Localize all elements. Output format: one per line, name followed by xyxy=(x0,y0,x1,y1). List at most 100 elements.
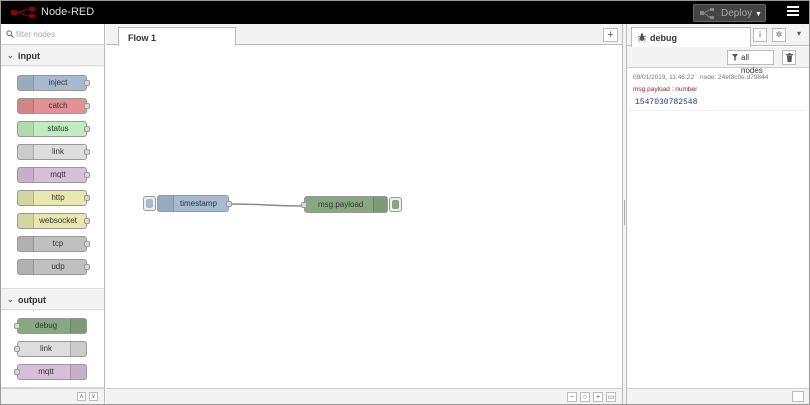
link-icon xyxy=(70,342,86,356)
message-value[interactable]: 1547030782548 xyxy=(635,98,697,107)
palette-category-input-body: inject catch status link mqtt http webso… xyxy=(1,67,104,289)
chevron-down-icon[interactable]: ▾ xyxy=(792,28,806,42)
palette-node-link-out[interactable]: link xyxy=(14,341,87,357)
output-port xyxy=(84,149,90,155)
header-bar: Node-RED Deploy ▼ xyxy=(1,1,809,24)
palette-node-mqtt-in[interactable]: mqtt xyxy=(17,167,90,183)
flow-node-msg-payload[interactable]: msg.payload xyxy=(301,196,388,213)
inject-trigger-button[interactable] xyxy=(143,196,156,211)
output-port xyxy=(84,241,90,247)
trash-icon xyxy=(786,53,793,62)
output-port xyxy=(84,126,90,132)
expand-all-icon[interactable]: ∨ xyxy=(89,392,98,401)
main-menu-button[interactable] xyxy=(787,6,799,18)
sidebar-tabs: debug i ✲ ▾ xyxy=(627,24,809,47)
output-port xyxy=(84,80,90,86)
bridge-icon xyxy=(18,237,34,251)
white-globe-icon xyxy=(18,214,34,228)
info-icon[interactable]: i xyxy=(753,28,767,42)
collapse-all-icon[interactable]: ∧ xyxy=(77,392,86,401)
open-debug-window-icon[interactable] xyxy=(792,391,804,402)
wire[interactable] xyxy=(106,46,622,388)
link-icon xyxy=(18,145,34,159)
debug-message[interactable]: 09/01/2019, 11:46:22 node: 24ef8c0e.d7984… xyxy=(627,69,804,111)
palette-node-inject[interactable]: inject xyxy=(17,75,90,91)
deploy-icon xyxy=(700,8,714,19)
category-label: input xyxy=(18,51,40,61)
palette-node-mqtt-out[interactable]: mqtt xyxy=(14,364,87,380)
white-globe-icon xyxy=(18,191,34,205)
debug-toggle-icon xyxy=(392,200,399,209)
hamburger-icon xyxy=(787,6,799,8)
debug-toggle-button[interactable] xyxy=(389,197,402,212)
caret-down-icon[interactable]: ▼ xyxy=(755,11,762,18)
arrow-in-icon xyxy=(18,76,34,90)
output-port xyxy=(84,195,90,201)
node-red-logo-icon xyxy=(11,7,35,18)
sidebar: debug i ✲ ▾ all nodes 09/01/2019, 11:46:… xyxy=(627,24,809,404)
input-port xyxy=(14,346,20,352)
palette-node-debug[interactable]: debug xyxy=(14,318,87,334)
category-label: output xyxy=(18,295,46,305)
sidebar-footer xyxy=(627,388,809,404)
zoom-reset-icon[interactable]: ○ xyxy=(580,392,590,402)
output-port xyxy=(84,103,90,109)
search-icon xyxy=(6,30,14,38)
input-port xyxy=(14,369,20,375)
message-timestamp: 09/01/2019, 11:46:22 xyxy=(633,74,694,81)
workspace: Flow 1 + timestamp msg.payload − ○ + ▭ xyxy=(106,24,622,404)
app-title: Node-RED xyxy=(41,6,95,18)
deploy-button[interactable]: Deploy ▼ xyxy=(693,4,766,22)
palette-category-output[interactable]: ⌄ output xyxy=(1,290,104,310)
app-window: Node-RED Deploy ▼ filter nodes ⌄ input i… xyxy=(0,0,810,405)
palette-node-udp-in[interactable]: udp xyxy=(17,259,90,275)
debug-toolbar: all nodes xyxy=(627,47,809,75)
arrow-in-icon xyxy=(158,196,174,211)
inject-trigger-icon xyxy=(146,199,153,208)
workspace-footer: − ○ + ▭ xyxy=(106,388,622,404)
input-port xyxy=(301,202,307,208)
add-flow-button[interactable]: + xyxy=(603,28,618,42)
palette-category-output-body: debug link mqtt xyxy=(1,311,104,388)
palette-node-catch[interactable]: catch xyxy=(17,98,90,114)
output-port xyxy=(84,218,90,224)
palette-category-input[interactable]: ⌄ input xyxy=(1,46,104,66)
filter-icon xyxy=(732,54,738,61)
debug-list-icon xyxy=(373,197,387,212)
deploy-label: Deploy xyxy=(721,8,753,19)
message-node-id[interactable]: node: 24ef8c0e.d79844 xyxy=(700,74,768,81)
output-port xyxy=(84,264,90,270)
bug-icon xyxy=(638,33,646,42)
flow-canvas[interactable]: timestamp msg.payload xyxy=(106,46,622,388)
input-port xyxy=(14,323,20,329)
palette-node-http-in[interactable]: http xyxy=(17,190,90,206)
chevron-down-icon: ⌄ xyxy=(7,51,14,60)
message-topic: msg.payload : number xyxy=(633,86,698,93)
chevron-down-icon: ⌄ xyxy=(7,295,14,304)
palette-node-tcp-in[interactable]: tcp xyxy=(17,236,90,252)
alert-icon xyxy=(18,122,34,136)
clear-messages-button[interactable] xyxy=(782,50,796,65)
palette-footer: ∧ ∨ xyxy=(1,388,104,404)
node-palette: filter nodes ⌄ input inject catch status xyxy=(1,24,105,404)
bug-tab-icon[interactable]: ✲ xyxy=(772,28,786,42)
zoom-in-icon[interactable]: + xyxy=(593,392,603,402)
palette-node-link-in[interactable]: link xyxy=(17,144,90,160)
tab-debug[interactable]: debug xyxy=(631,27,751,47)
bridge-icon xyxy=(70,365,86,379)
debug-list-icon xyxy=(70,319,86,333)
filter-nodes-input[interactable]: filter nodes xyxy=(1,24,104,45)
zoom-out-icon[interactable]: − xyxy=(567,392,577,402)
output-port xyxy=(226,201,232,207)
filter-all-nodes-button[interactable]: all nodes xyxy=(727,50,774,75)
grip-icon xyxy=(624,200,625,225)
flow-node-timestamp[interactable]: timestamp xyxy=(157,195,232,212)
output-port xyxy=(84,172,90,178)
navigator-icon[interactable]: ▭ xyxy=(606,392,616,402)
palette-node-status[interactable]: status xyxy=(17,121,90,137)
bridge-icon xyxy=(18,168,34,182)
filter-placeholder: filter nodes xyxy=(16,30,56,39)
palette-node-websocket-in[interactable]: websocket xyxy=(17,213,90,229)
workspace-tabs: Flow 1 + xyxy=(106,24,622,46)
tab-flow-1[interactable]: Flow 1 xyxy=(118,27,236,46)
